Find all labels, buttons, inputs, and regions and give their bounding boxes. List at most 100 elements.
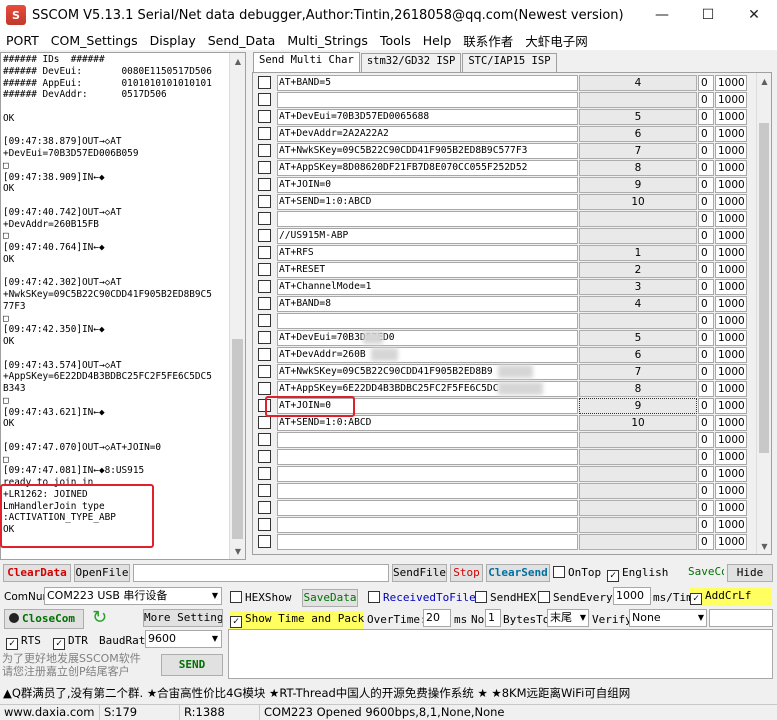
row-send-button[interactable]: 5 (579, 109, 697, 125)
row-order-input[interactable]: 0 (698, 245, 714, 261)
row-hex-checkbox[interactable] (258, 535, 271, 548)
menu-send-data[interactable]: Send_Data (202, 33, 282, 48)
row-hex-checkbox[interactable] (258, 518, 271, 531)
row-send-button[interactable]: 8 (579, 160, 697, 176)
row-send-button[interactable] (579, 432, 697, 448)
save-data-button[interactable]: SaveData (302, 589, 358, 607)
row-hex-checkbox[interactable] (258, 76, 271, 89)
send-every-input[interactable]: 1000 (613, 587, 651, 605)
row-hex-checkbox[interactable] (258, 433, 271, 446)
row-delay-input[interactable]: 1000 (715, 211, 747, 227)
row-hex-checkbox[interactable] (258, 484, 271, 497)
row-order-input[interactable]: 0 (698, 398, 714, 414)
menu-multi-strings[interactable]: Multi_Strings (281, 33, 374, 48)
row-delay-input[interactable]: 1000 (715, 92, 747, 108)
menu-help[interactable]: Help (417, 33, 458, 48)
row-command-input[interactable] (277, 211, 578, 227)
row-order-input[interactable]: 0 (698, 415, 714, 431)
row-command-input[interactable]: AT+ChannelMode=1 (277, 279, 578, 295)
row-delay-input[interactable]: 1000 (715, 109, 747, 125)
save-config-button[interactable]: SaveConfig (688, 564, 724, 582)
checkbox-box[interactable] (368, 591, 380, 603)
verify-select[interactable]: None ▼ (629, 609, 707, 627)
tab-stc-isp[interactable]: STC/IAP15 ISP (462, 53, 557, 72)
scroll-up-icon[interactable]: ▲ (757, 73, 771, 89)
row-command-input[interactable]: AT+RESET (277, 262, 578, 278)
row-delay-input[interactable]: 1000 (715, 126, 747, 142)
row-hex-checkbox[interactable] (258, 450, 271, 463)
row-send-button[interactable] (579, 517, 697, 533)
row-hex-checkbox[interactable] (258, 348, 271, 361)
stop-button[interactable]: Stop (450, 564, 483, 582)
chevron-down-icon[interactable]: ▼ (580, 610, 586, 626)
row-order-input[interactable]: 0 (698, 449, 714, 465)
english-checkbox[interactable]: ✓ English (607, 566, 668, 582)
row-order-input[interactable]: 0 (698, 466, 714, 482)
promo-text[interactable]: 为了更好地发展SSCOM软件 请您注册嘉立创P结尾客户 (2, 652, 141, 678)
scroll-down-icon[interactable]: ▼ (757, 538, 771, 554)
row-command-input[interactable]: AT+RFS (277, 245, 578, 261)
row-delay-input[interactable]: 1000 (715, 534, 747, 550)
row-command-input[interactable] (277, 500, 578, 516)
row-order-input[interactable]: 0 (698, 160, 714, 176)
row-send-button[interactable] (579, 228, 697, 244)
row-order-input[interactable]: 0 (698, 75, 714, 91)
row-delay-input[interactable]: 1000 (715, 517, 747, 533)
row-delay-input[interactable]: 1000 (715, 500, 747, 516)
checkbox-box[interactable] (553, 566, 565, 578)
hexshow-checkbox[interactable]: HEXShow (230, 591, 291, 604)
chevron-down-icon[interactable]: ▼ (698, 610, 704, 626)
row-command-input[interactable] (277, 517, 578, 533)
row-hex-checkbox[interactable] (258, 501, 271, 514)
row-delay-input[interactable]: 1000 (715, 279, 747, 295)
row-order-input[interactable]: 0 (698, 432, 714, 448)
console-scrollbar[interactable]: ▲ ▼ (229, 53, 245, 559)
row-send-button[interactable] (579, 466, 697, 482)
scroll-down-icon[interactable]: ▼ (230, 543, 245, 559)
row-order-input[interactable]: 0 (698, 126, 714, 142)
row-send-button[interactable]: 9 (579, 398, 697, 414)
row-order-input[interactable]: 0 (698, 296, 714, 312)
row-command-input[interactable]: AT+BAND=5 (277, 75, 578, 91)
row-send-button[interactable]: 4 (579, 75, 697, 91)
row-hex-checkbox[interactable] (258, 229, 271, 242)
row-order-input[interactable]: 0 (698, 330, 714, 346)
rts-checkbox[interactable]: ✓ RTS (6, 634, 41, 650)
file-path-input[interactable] (133, 564, 389, 582)
maximize-icon[interactable]: ☐ (685, 0, 731, 30)
row-hex-checkbox[interactable] (258, 365, 271, 378)
menu-contact-author[interactable]: 联系作者 (457, 31, 519, 50)
ontop-checkbox[interactable]: OnTop (553, 566, 601, 579)
received-to-file-checkbox[interactable]: ReceivedToFile (368, 591, 476, 604)
open-file-button[interactable]: OpenFile (74, 564, 130, 582)
row-send-button[interactable]: 3 (579, 279, 697, 295)
overtime-input[interactable]: 20 (423, 609, 451, 627)
row-order-input[interactable]: 0 (698, 109, 714, 125)
add-crlf-checkbox[interactable]: ✓ AddCrLf (690, 588, 772, 606)
check-icon[interactable]: ✓ (6, 638, 18, 650)
chevron-down-icon[interactable]: ▼ (212, 588, 218, 604)
row-hex-checkbox[interactable] (258, 467, 271, 480)
row-delay-input[interactable]: 1000 (715, 143, 747, 159)
row-order-input[interactable]: 0 (698, 228, 714, 244)
row-send-button[interactable]: 7 (579, 364, 697, 380)
row-order-input[interactable]: 0 (698, 517, 714, 533)
row-command-input[interactable]: AT+JOIN=0 (277, 177, 578, 193)
row-send-button[interactable]: 10 (579, 194, 697, 210)
dtr-checkbox[interactable]: ✓ DTR (53, 634, 88, 650)
row-command-input[interactable]: AT+BAND=8 (277, 296, 578, 312)
row-order-input[interactable]: 0 (698, 534, 714, 550)
row-hex-checkbox[interactable] (258, 110, 271, 123)
checkbox-box[interactable] (475, 591, 487, 603)
row-send-button[interactable]: 4 (579, 296, 697, 312)
row-delay-input[interactable]: 1000 (715, 228, 747, 244)
row-send-button[interactable]: 5 (579, 330, 697, 346)
row-hex-checkbox[interactable] (258, 93, 271, 106)
check-icon[interactable]: ✓ (690, 593, 702, 605)
row-command-input[interactable] (277, 92, 578, 108)
row-send-button[interactable]: 10 (579, 415, 697, 431)
row-order-input[interactable]: 0 (698, 262, 714, 278)
row-hex-checkbox[interactable] (258, 416, 271, 429)
row-hex-checkbox[interactable] (258, 331, 271, 344)
row-send-button[interactable]: 2 (579, 262, 697, 278)
